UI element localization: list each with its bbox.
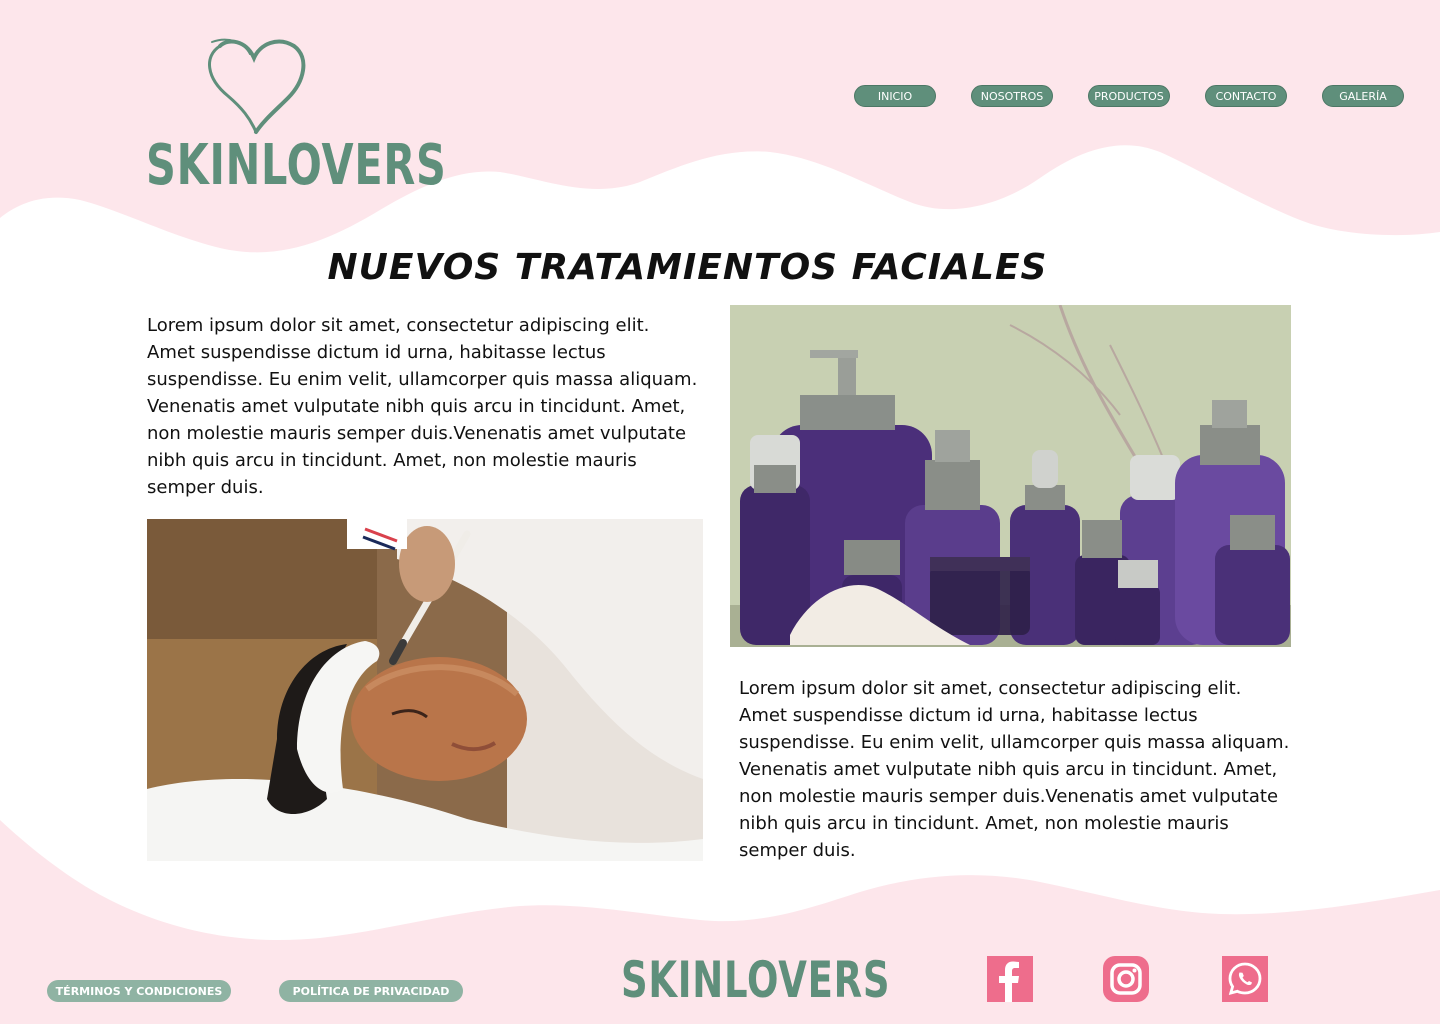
privacy-link[interactable]: POLÍTICA DE PRIVACIDAD: [279, 980, 463, 1002]
instagram-icon[interactable]: [1103, 956, 1149, 1002]
products-photo: [730, 305, 1291, 647]
terms-link[interactable]: TÉRMINOS Y CONDICIONES: [47, 980, 231, 1002]
facial-treatment-photo: [147, 519, 703, 861]
page-title: NUEVOS TRATAMIENTOS FACIALES: [327, 247, 1048, 288]
nav-nosotros-button[interactable]: NOSOTROS: [971, 85, 1053, 107]
logo-heart-icon[interactable]: [198, 34, 310, 140]
facebook-icon[interactable]: [987, 956, 1033, 1002]
footer-logo[interactable]: SKINLOVERS: [621, 955, 890, 1005]
nav-galeria-button[interactable]: GALERÍA: [1322, 85, 1404, 107]
intro-paragraph: Lorem ipsum dolor sit amet, consectetur …: [147, 315, 698, 498]
nav-productos-button[interactable]: PRODUCTOS: [1088, 85, 1170, 107]
whatsapp-icon[interactable]: [1222, 956, 1268, 1002]
nav-inicio-button[interactable]: INICIO: [854, 85, 936, 107]
brand-logo[interactable]: SKINLOVERS: [146, 138, 447, 194]
secondary-paragraph: Lorem ipsum dolor sit amet, consectetur …: [739, 678, 1290, 861]
nav-contacto-button[interactable]: CONTACTO: [1205, 85, 1287, 107]
